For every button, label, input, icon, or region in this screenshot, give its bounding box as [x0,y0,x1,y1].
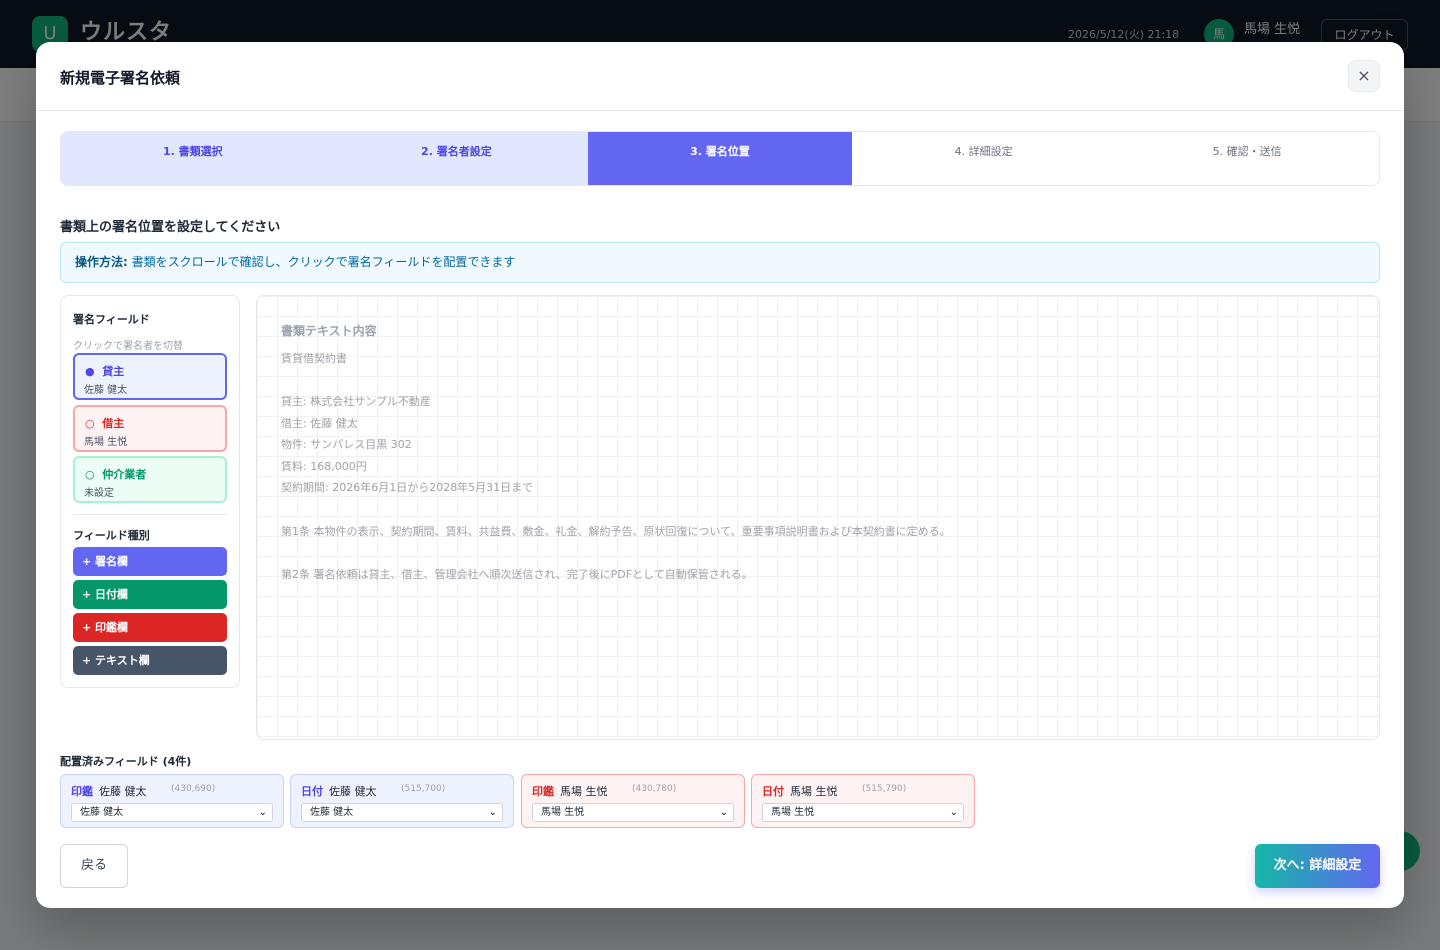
field-coords: (430,780) [632,784,677,794]
field-coords: (515,700) [401,784,446,794]
placed-field-card[interactable]: 日付 馬場 生悦 (515,790) 馬場 生悦 ⌄ [751,774,975,828]
document-canvas[interactable]: 書類テキスト内容 賃貸借契約書 貸主: 株式会社サンプル不動産 借主: 佐藤 健… [256,295,1380,740]
field-type: 日付 [301,785,323,798]
radio-empty-icon: ○ [85,417,95,430]
stepper: 1. 書類選択 2. 署名者設定 3. 署名位置 4. 詳細設定 5. 確認・送… [60,131,1380,186]
next-button[interactable]: 次へ: 詳細設定 [1255,844,1380,888]
step-3[interactable]: 3. 署名位置 [588,132,852,185]
chevron-down-icon: ⌄ [949,807,958,818]
step-4[interactable]: 4. 詳細設定 [851,132,1116,185]
signature-request-modal: 新規電子署名依頼 × 1. 書類選択 2. 署名者設定 3. 署名位置 4. 詳… [36,42,1404,908]
step-1[interactable]: 1. 書類選択 [61,132,325,185]
close-button[interactable]: × [1348,60,1380,92]
field-type: 日付 [762,785,784,798]
document-line: 借主: 佐藤 健太 [281,417,358,430]
document-line: 契約期間: 2026年6月1日から2028年5月31日まで [281,481,534,494]
chevron-down-icon: ⌄ [719,807,728,818]
field-types-title: フィールド種別 [73,529,150,542]
signer-card-agent[interactable]: ○ 仲介業者 未設定 [73,456,227,503]
field-signer: 馬場 生悦 [790,785,838,798]
signer-role: ○ 仲介業者 [85,468,147,481]
panel-hint: クリックで署名者を切替 [73,341,183,352]
close-icon: × [1357,66,1371,85]
signer-select[interactable]: 馬場 生悦 ⌄ [532,803,734,822]
document-heading: 書類テキスト内容 [281,324,377,338]
document-line: 賃料: 168,000円 [281,460,367,473]
signer-name: 馬場 生悦 [84,437,128,448]
signer-role: ● 貸主 [85,365,125,378]
field-coords: (430,690) [171,784,216,794]
placed-field-card[interactable]: 印鑑 佐藤 健太 (430,690) 佐藤 健太 ⌄ [60,774,284,828]
add-date-field-button[interactable]: + 日付欄 [73,580,227,609]
chevron-down-icon: ⌄ [488,807,497,818]
document-line: 物件: サンパレス目黒 302 [281,438,412,451]
placed-field-card[interactable]: 印鑑 馬場 生悦 (430,780) 馬場 生悦 ⌄ [521,774,745,828]
document-line: 第2条 署名依頼は貸主、借主、管理会社へ順次送信され、完了後にPDFとして自動保… [281,568,753,581]
signer-select[interactable]: 佐藤 健太 ⌄ [71,803,273,822]
add-seal-field-button[interactable]: + 印鑑欄 [73,613,227,642]
signer-card-lender[interactable]: ● 貸主 佐藤 健太 [73,353,227,400]
fields-panel: 署名フィールド クリックで署名者を切替 ● 貸主 佐藤 健太 ○ 借主 馬場 生… [60,295,240,688]
signer-select[interactable]: 佐藤 健太 ⌄ [301,803,503,822]
document-line: 賃貸借契約書 [281,352,347,365]
signer-name: 未設定 [84,488,114,499]
step-5[interactable]: 5. 確認・送信 [1115,132,1379,185]
step-2[interactable]: 2. 署名者設定 [324,132,589,185]
add-text-field-button[interactable]: + テキスト欄 [73,646,227,675]
signer-name: 佐藤 健太 [84,385,128,396]
field-signer: 佐藤 健太 [329,785,377,798]
placed-field-card[interactable]: 日付 佐藤 健太 (515,700) 佐藤 健太 ⌄ [290,774,514,828]
add-signature-field-button[interactable]: + 署名欄 [73,547,227,576]
field-coords: (515,790) [862,784,907,794]
radio-filled-icon: ● [85,365,95,378]
info-box: 操作方法: 書類をスクロールで確認し、クリックで署名フィールドを配置できます [60,242,1380,283]
field-type: 印鑑 [71,785,93,798]
placed-fields-title: 配置済みフィールド (4件) [60,755,192,768]
info-label: 操作方法: [75,255,128,269]
signer-role: ○ 借主 [85,417,125,430]
document-line: 貸主: 株式会社サンプル不動産 [281,395,431,408]
step-label: 5. 確認・送信 [1115,132,1379,172]
signer-card-borrower[interactable]: ○ 借主 馬場 生悦 [73,405,227,452]
field-signer: 佐藤 健太 [99,785,147,798]
back-button[interactable]: 戻る [60,844,128,888]
modal-header: 新規電子署名依頼 × [36,42,1404,111]
modal-title: 新規電子署名依頼 [60,69,181,87]
document-line: 第1条 本物件の表示、契約期間、賃料、共益費、敷金、礼金、解約予告、原状回復につ… [281,525,951,538]
info-text: 書類をスクロールで確認し、クリックで署名フィールドを配置できます [131,255,516,269]
step-label: 3. 署名位置 [588,132,852,172]
step-label: 4. 詳細設定 [851,132,1116,172]
panel-title: 署名フィールド [73,313,150,326]
field-type: 印鑑 [532,785,554,798]
signer-select[interactable]: 馬場 生悦 ⌄ [762,803,964,822]
chevron-down-icon: ⌄ [258,807,267,818]
section-title: 書類上の署名位置を設定してください [60,220,281,235]
step-label: 1. 書類選択 [61,132,325,172]
field-signer: 馬場 生悦 [560,785,608,798]
step-label: 2. 署名者設定 [324,132,589,172]
radio-empty-icon: ○ [85,468,95,481]
divider [73,514,227,515]
